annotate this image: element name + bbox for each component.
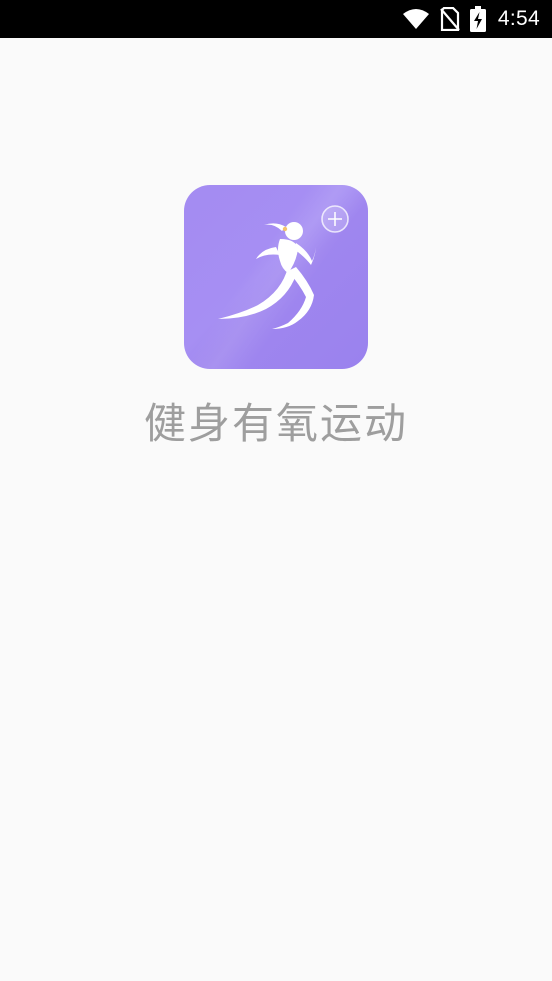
status-bar: 4:54	[0, 0, 552, 38]
wifi-icon	[402, 8, 430, 30]
app-name: 健身有氧运动	[143, 399, 408, 448]
battery-charging-icon	[469, 6, 486, 32]
running-woman-icon	[184, 185, 368, 369]
no-sim-icon	[440, 7, 460, 31]
status-icons: 4:54	[402, 0, 540, 38]
splash-screen: 健身有氧运动	[0, 38, 552, 981]
clock: 4:54	[497, 7, 540, 30]
